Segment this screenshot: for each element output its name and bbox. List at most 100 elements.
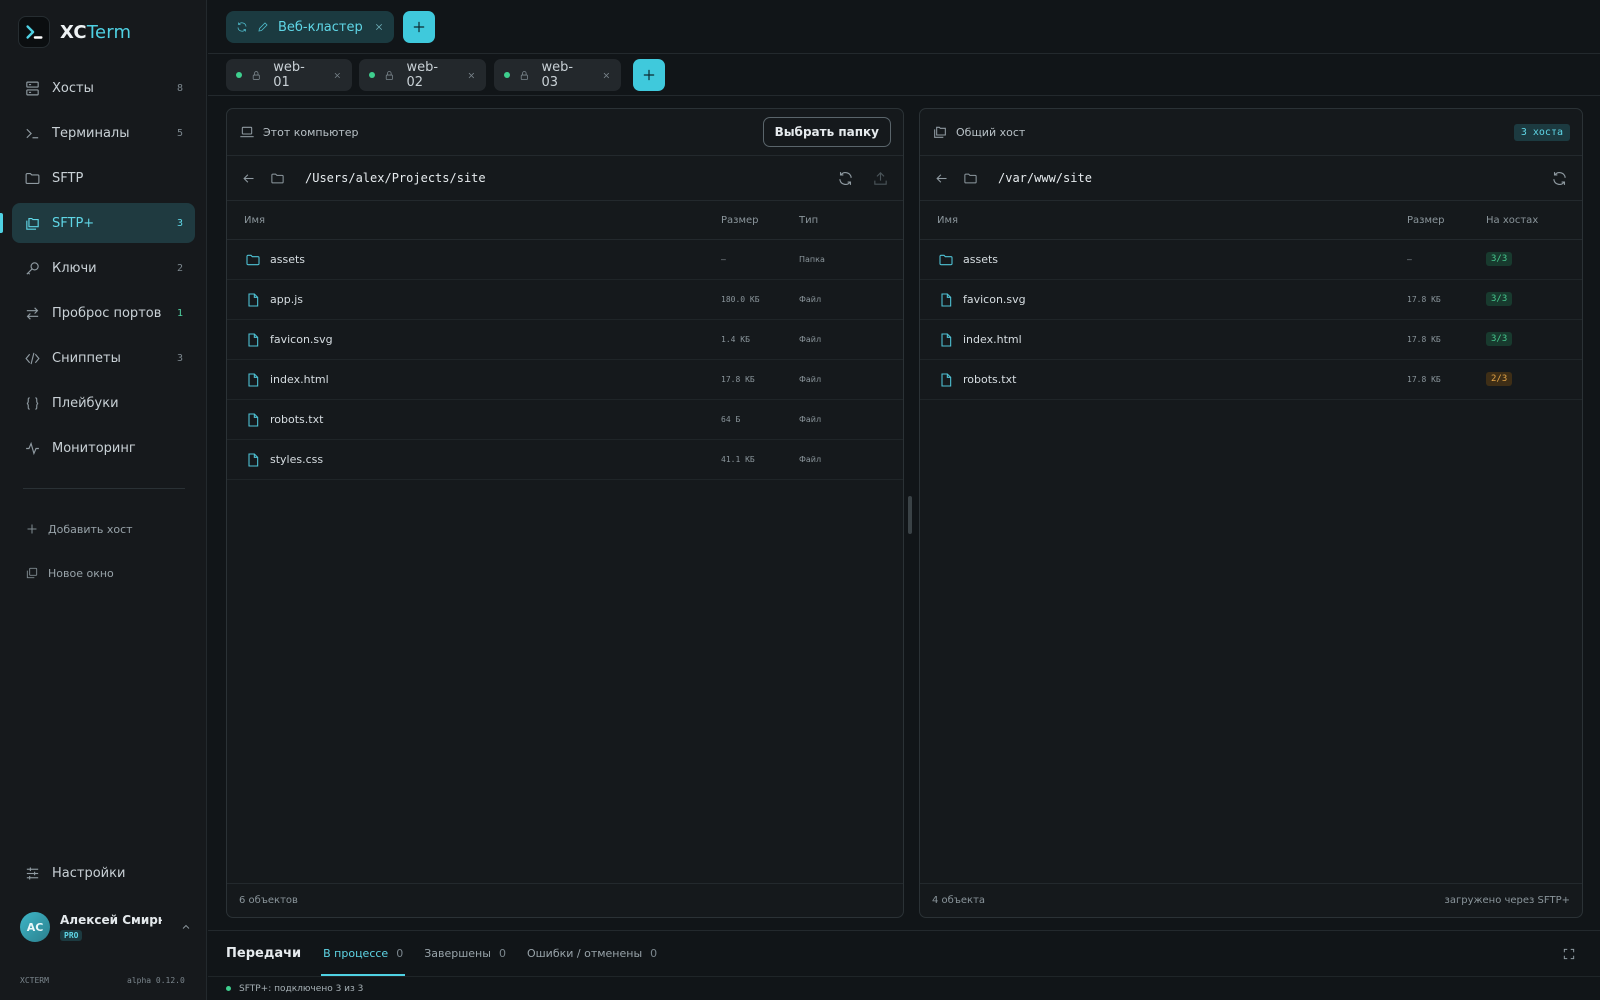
table-row[interactable]: favicon.svg 17.8 КБ 3/3: [920, 280, 1582, 320]
file-size: 64 Б: [721, 415, 741, 424]
table-header: Имя Размер На хостах: [920, 201, 1582, 240]
table-row[interactable]: robots.txt 64 Б Файл: [227, 400, 903, 440]
file-size: 17.8 КБ: [1407, 335, 1441, 344]
sidebar-item-count: 1: [176, 307, 183, 319]
column-hosts[interactable]: На хостах: [1486, 215, 1538, 226]
file-name: assets: [270, 253, 306, 266]
sidebar-item-snippets[interactable]: Сниппеты 3: [12, 338, 195, 378]
sidebar-item-sftp-plus[interactable]: SFTP+ 3: [0, 203, 195, 243]
file-name: index.html: [270, 373, 329, 386]
table-row[interactable]: styles.css 41.1 КБ Файл: [227, 440, 903, 480]
pencil-icon[interactable]: [257, 21, 269, 33]
user-profile[interactable]: АС Алексей Смирн… PRO: [20, 907, 192, 947]
avatar: АС: [20, 912, 50, 942]
host-tab[interactable]: web-01: [226, 59, 352, 91]
file-size: 17.8 КБ: [721, 375, 755, 384]
transfers-bar: Передачи В процессе 0 Завершены 0 Ошибки…: [208, 930, 1600, 976]
column-size[interactable]: Размер: [721, 215, 759, 226]
footer-app-name: XCTERM: [20, 976, 49, 985]
file-icon: [938, 292, 954, 308]
expand-icon[interactable]: [1562, 947, 1576, 961]
tab-completed[interactable]: Завершены 0: [422, 931, 508, 977]
column-name[interactable]: Имя: [937, 215, 958, 226]
plus-icon: [411, 19, 427, 35]
object-count: 4 объекта: [932, 895, 986, 906]
sidebar-item-count: 3: [176, 217, 183, 229]
sidebar-divider: [23, 488, 185, 489]
server-icon: [24, 80, 41, 97]
sidebar-item-monitoring[interactable]: Мониторинг: [12, 428, 195, 468]
panel-footer: 4 объекта загружено через SFTP+: [920, 883, 1582, 917]
hosts-status-badge: 3/3: [1486, 332, 1513, 346]
current-path[interactable]: /Users/alex/Projects/site: [305, 171, 819, 185]
table-row[interactable]: index.html 17.8 КБ Файл: [227, 360, 903, 400]
close-icon[interactable]: [333, 71, 342, 80]
table-row[interactable]: app.js 180.0 КБ Файл: [227, 280, 903, 320]
plus-icon: [641, 67, 657, 83]
tab-errors[interactable]: Ошибки / отменены 0: [525, 931, 659, 977]
sidebar-item-hosts[interactable]: Хосты 8: [12, 68, 195, 108]
key-icon: [24, 260, 41, 277]
sidebar-item-count: 3: [176, 352, 183, 364]
add-host-label: Добавить хост: [48, 522, 133, 536]
host-tab[interactable]: web-03: [494, 59, 621, 91]
current-path[interactable]: /var/www/site: [998, 171, 1533, 185]
sidebar-item-playbooks[interactable]: Плейбуки: [12, 383, 195, 423]
sync-icon: [236, 21, 248, 33]
back-arrow-icon[interactable]: [241, 171, 256, 186]
add-host-button[interactable]: Добавить хост: [25, 522, 133, 536]
choose-folder-button[interactable]: Выбрать папку: [762, 117, 891, 147]
file-type: Папка: [799, 255, 825, 264]
close-icon[interactable]: [467, 71, 476, 80]
tab-count: 0: [650, 947, 658, 960]
column-type[interactable]: Тип: [799, 215, 818, 226]
file-icon: [245, 292, 261, 308]
sidebar-item-label: Проброс портов: [52, 305, 162, 321]
file-type: Файл: [799, 335, 822, 344]
file-size: 1.4 КБ: [721, 335, 750, 344]
table-row[interactable]: robots.txt 17.8 КБ 2/3: [920, 360, 1582, 400]
hosts-count-badge: 3 хоста: [1513, 123, 1570, 141]
plus-icon: [25, 522, 39, 536]
table-row[interactable]: assets — Папка: [227, 240, 903, 280]
settings-button[interactable]: Настройки: [12, 853, 195, 893]
status-bar: SFTP+: подключено 3 из 3: [208, 976, 1600, 1000]
group-tab[interactable]: Веб-кластер: [226, 11, 394, 43]
code-icon: [24, 350, 41, 367]
column-size[interactable]: Размер: [1407, 215, 1445, 226]
terminal-icon: [24, 125, 41, 142]
active-indicator: [0, 213, 3, 233]
chevron-up-icon: [180, 921, 192, 933]
tab-in-progress[interactable]: В процессе 0: [321, 931, 406, 977]
sidebar-item-sftp[interactable]: SFTP: [12, 158, 195, 198]
refresh-icon[interactable]: [837, 170, 854, 187]
table-row[interactable]: index.html 17.8 КБ 3/3: [920, 320, 1582, 360]
close-icon[interactable]: [602, 71, 611, 80]
sidebar-item-terminals[interactable]: Терминалы 5: [12, 113, 195, 153]
sidebar-item-port-forwarding[interactable]: Проброс портов 1: [12, 293, 195, 333]
sidebar-item-keys[interactable]: Ключи 2: [12, 248, 195, 288]
table-row[interactable]: favicon.svg 1.4 КБ Файл: [227, 320, 903, 360]
upload-icon[interactable]: [872, 170, 889, 187]
table-row[interactable]: assets — 3/3: [920, 240, 1582, 280]
logo-terminal-icon: [18, 16, 50, 48]
refresh-icon[interactable]: [1551, 170, 1568, 187]
close-icon[interactable]: [374, 22, 384, 32]
status-dot: [504, 72, 510, 78]
add-host-tab-button[interactable]: [633, 59, 665, 91]
add-group-button[interactable]: [403, 11, 435, 43]
sidebar-item-label: Мониторинг: [52, 440, 136, 456]
plan-badge: PRO: [60, 929, 83, 941]
new-window-button[interactable]: Новое окно: [25, 566, 114, 580]
panel-resize-handle[interactable]: [908, 496, 912, 534]
file-name: favicon.svg: [963, 293, 1026, 306]
folder-icon: [938, 252, 954, 268]
group-tabbar: Веб-кластер: [208, 0, 1600, 54]
hosts-status-badge: 3/3: [1486, 252, 1513, 266]
folders-icon: [932, 124, 948, 140]
sidebar-item-count: 5: [176, 127, 183, 139]
column-name[interactable]: Имя: [244, 215, 265, 226]
panel-footer: 6 объектов: [227, 883, 903, 917]
back-arrow-icon[interactable]: [934, 171, 949, 186]
host-tab[interactable]: web-02: [359, 59, 486, 91]
